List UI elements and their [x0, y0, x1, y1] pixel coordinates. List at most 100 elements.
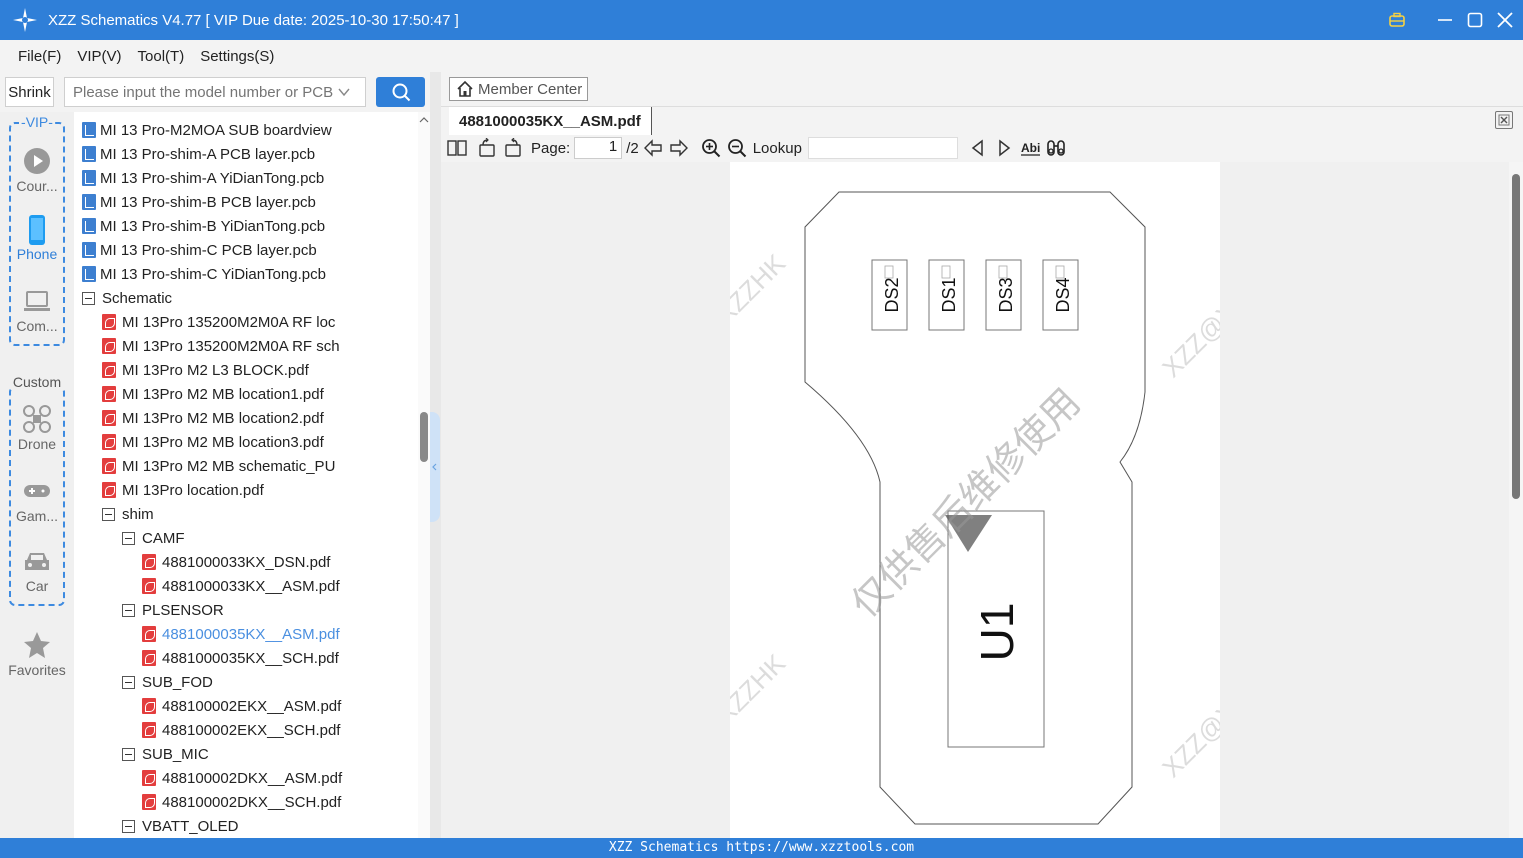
rotate-left-icon[interactable] — [477, 137, 497, 158]
tree-item-label: MI 13 Pro-shim-C YiDianTong.pcb — [100, 265, 326, 283]
pdf-file-icon — [102, 386, 116, 402]
tree-folder[interactable]: SUB_FOD — [122, 670, 213, 694]
document-scrollbar[interactable] — [1509, 162, 1523, 838]
model-search-combobox[interactable] — [64, 77, 366, 107]
tree-file[interactable]: 4881000033KX__ASM.pdf — [142, 574, 340, 598]
tree-file[interactable]: MI 13Pro M2 MB location1.pdf — [102, 382, 324, 406]
tree-folder[interactable]: PLSENSOR — [122, 598, 224, 622]
sidebar-item-computer[interactable]: Com... — [0, 286, 74, 334]
binoculars-icon[interactable] — [1046, 138, 1066, 158]
tree-folder[interactable]: shim — [102, 502, 154, 526]
next-page-icon[interactable] — [669, 138, 689, 158]
tree-file[interactable]: MI 13 Pro-shim-B YiDianTong.pcb — [82, 214, 325, 238]
menu-tool[interactable]: Tool(T) — [130, 48, 193, 65]
tree-file[interactable]: 4881000035KX__SCH.pdf — [142, 646, 339, 670]
tree-item-label: MI 13Pro location.pdf — [122, 481, 264, 499]
document-canvas[interactable]: DS2 DS1 DS3 DS4 U1 仅供售后维修使用 XZZ@XZZHK XZ… — [441, 162, 1509, 838]
label-ds1: DS1 — [939, 277, 959, 312]
zoom-out-icon[interactable] — [727, 138, 747, 158]
tree-file[interactable]: MI 13Pro M2 MB location3.pdf — [102, 430, 324, 454]
find-prev-icon[interactable] — [968, 138, 988, 158]
tree-file[interactable]: 4881000035KX__ASM.pdf — [142, 622, 340, 646]
tree-file[interactable]: MI 13 Pro-shim-A PCB layer.pcb — [82, 142, 315, 166]
shrink-button[interactable]: Shrink — [5, 77, 54, 107]
tree-file[interactable]: MI 13Pro 135200M2M0A RF loc — [102, 310, 335, 334]
viewer-panel: Member Center 4881000035KX__ASM.pdf Page… — [441, 72, 1523, 838]
pcb-file-icon — [82, 170, 96, 186]
find-next-icon[interactable] — [994, 138, 1014, 158]
gamepad-icon — [22, 476, 52, 506]
search-button[interactable] — [376, 77, 425, 107]
tree-file[interactable]: 488100002DKX__ASM.pdf — [142, 766, 342, 790]
drone-icon — [22, 404, 52, 434]
maximize-icon[interactable] — [1467, 12, 1483, 28]
panel-splitter[interactable] — [430, 72, 441, 838]
tree-scrollbar[interactable] — [418, 112, 430, 838]
member-center-button[interactable]: Member Center — [449, 77, 588, 101]
collapse-icon[interactable] — [122, 531, 135, 545]
collapse-icon[interactable] — [122, 675, 135, 689]
minimize-icon[interactable] — [1437, 12, 1453, 28]
tree-item-label: MI 13Pro M2 MB location2.pdf — [122, 409, 324, 427]
close-tabs-icon[interactable] — [1495, 111, 1513, 129]
tree-file[interactable]: MI 13Pro M2 MB schematic_PU — [102, 454, 335, 478]
tree-file[interactable]: MI 13 Pro-shim-B PCB layer.pcb — [82, 190, 316, 214]
tree-file[interactable]: MI 13 Pro-shim-C YiDianTong.pcb — [82, 262, 326, 286]
tree-file[interactable]: MI 13Pro M2 L3 BLOCK.pdf — [102, 358, 309, 382]
collapse-icon[interactable] — [122, 603, 135, 617]
zoom-in-icon[interactable] — [701, 138, 721, 158]
sidebar-item-car[interactable]: Car — [0, 546, 74, 594]
tree-file[interactable]: 488100002EKX__ASM.pdf — [142, 694, 341, 718]
briefcase-icon[interactable] — [1389, 12, 1405, 28]
collapse-icon[interactable] — [122, 819, 135, 833]
scroll-up-icon[interactable] — [418, 114, 430, 126]
collapse-icon[interactable] — [82, 291, 95, 305]
tree-file[interactable]: MI 13 Pro-shim-A YiDianTong.pcb — [82, 166, 324, 190]
tree-file[interactable]: MI 13Pro 135200M2M0A RF sch — [102, 334, 340, 358]
sidebar-item-games[interactable]: Gam... — [0, 476, 74, 524]
tree-file[interactable]: 488100002EKX__SCH.pdf — [142, 718, 340, 742]
search-input[interactable] — [73, 83, 333, 101]
collapse-panel-handle[interactable] — [430, 412, 440, 522]
sidebar-item-drone[interactable]: Drone — [0, 404, 74, 452]
tree-item-label: Schematic — [102, 289, 173, 307]
collapse-icon[interactable] — [122, 747, 135, 761]
tree-folder[interactable]: Schematic — [82, 286, 172, 310]
page-number-input[interactable]: 1 — [574, 137, 623, 159]
tree-folder[interactable]: SUB_MIC — [122, 742, 209, 766]
tree-file[interactable]: MI 13 Pro-M2MOA SUB boardview — [82, 118, 332, 142]
prev-page-icon[interactable] — [643, 138, 663, 158]
rotate-right-icon[interactable] — [503, 137, 523, 158]
tab-document[interactable]: 4881000035KX__ASM.pdf — [449, 107, 652, 135]
sidebar-item-phone[interactable]: Phone — [0, 214, 74, 262]
tree-file[interactable]: MI 13Pro location.pdf — [102, 478, 264, 502]
menu-vip[interactable]: VIP(V) — [69, 48, 129, 65]
two-page-view-icon[interactable] — [447, 138, 467, 158]
tree-scroll-thumb[interactable] — [420, 412, 428, 462]
menu-bar: File(F) VIP(V) Tool(T) Settings(S) — [0, 40, 1523, 72]
pdf-file-icon — [142, 578, 156, 594]
watermark-en-4: XZZ@XZZHK — [1156, 648, 1220, 783]
chevron-down-icon[interactable] — [337, 85, 351, 99]
tree-file[interactable]: 488100002DKX__SCH.pdf — [142, 790, 341, 814]
pdf-file-icon — [102, 362, 116, 378]
match-case-icon[interactable]: Abi — [1020, 138, 1040, 158]
document-scroll-thumb[interactable] — [1512, 174, 1520, 499]
tree-folder[interactable]: CAMF — [122, 526, 185, 550]
tree-file[interactable]: 4881000033KX_DSN.pdf — [142, 550, 330, 574]
close-icon[interactable] — [1497, 12, 1513, 28]
tree-file[interactable]: MI 13 Pro-shim-C PCB layer.pcb — [82, 238, 317, 262]
tree-file[interactable]: MI 13Pro M2 MB location2.pdf — [102, 406, 324, 430]
tree-item-label: MI 13Pro M2 MB location3.pdf — [122, 433, 324, 451]
lookup-input[interactable] — [807, 137, 958, 159]
tree-folder[interactable]: VBATT_OLED — [122, 814, 238, 838]
window-title: XZZ Schematics V4.77 [ VIP Due date: 202… — [48, 11, 459, 29]
chevron-left-icon — [432, 463, 437, 471]
collapse-icon[interactable] — [102, 507, 115, 521]
sidebar-item-favorites[interactable]: Favorites — [0, 630, 74, 678]
tree-item-label: MI 13 Pro-shim-B PCB layer.pcb — [100, 193, 316, 211]
sidebar-item-courses[interactable]: Cour... — [0, 146, 74, 194]
menu-settings[interactable]: Settings(S) — [192, 48, 282, 65]
pcb-file-icon — [82, 218, 96, 234]
menu-file[interactable]: File(F) — [10, 48, 69, 65]
